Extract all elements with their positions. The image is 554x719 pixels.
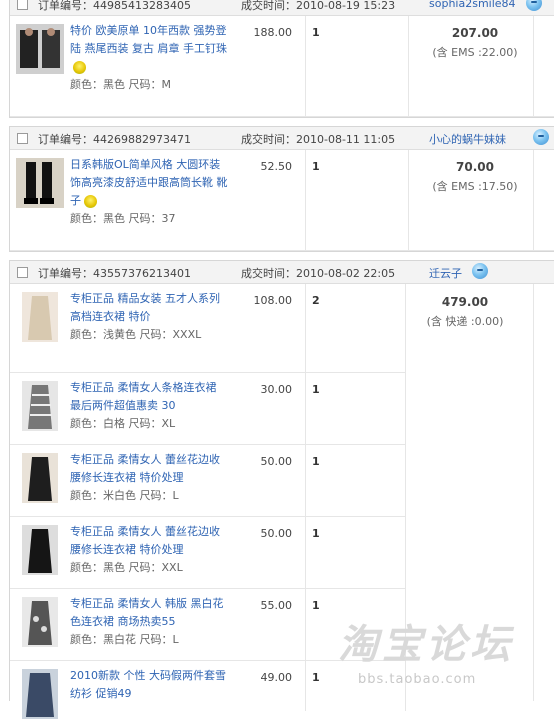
quantity: 1 [312,599,320,612]
unit-price: 108.00 [253,294,293,307]
unit-price: 50.00 [260,455,293,468]
product-attributes: 颜色：黑白花 尺码：L [70,633,179,646]
product-attributes: 颜色：浅黄色 尺码：XXXL [70,328,202,341]
product-title-link[interactable]: 特价 欧美原单 10年西款 强势登陆 燕尾西装 复古 肩章 手工钉珠 [70,22,230,76]
shipping-fee: (含 EMS :17.50) [432,180,518,193]
product-attributes: 颜色：黑色 尺码：37 [70,212,176,225]
product-thumbnail[interactable] [22,597,58,647]
shipping-fee: (含 快递 :0.00) [426,315,504,328]
product-thumbnail[interactable] [16,24,64,74]
watermark-url: bbs.taobao.com [358,672,477,687]
order-card: 订单编号：44985413283405 成交时间：2010-08-19 15:2… [9,0,554,118]
product-attributes: 颜色：黑色 尺码：XXL [70,561,183,574]
product-thumbnail[interactable] [22,453,58,503]
order-select-checkbox[interactable] [17,267,28,278]
quantity: 1 [312,26,320,39]
promo-flower-icon [73,60,86,74]
product-thumbnail[interactable] [22,292,58,342]
total-amount: 70.00 [456,160,494,174]
quantity: 1 [312,671,320,684]
wangwang-chat-icon[interactable] [526,0,542,11]
order-number: 订单编号：43557376213401 [38,267,191,280]
product-thumbnail[interactable] [22,525,58,575]
seller-link[interactable]: 小心的蜗牛妹妹 [429,131,506,147]
order-select-checkbox[interactable] [17,0,28,10]
product-title-link[interactable]: 日系韩版OL简单风格 大圆环装饰高亮漆皮舒适中跟高筒长靴 靴子 [70,156,230,210]
quantity: 1 [312,160,320,173]
order-item: 专柜正品 柔情女人 蕾丝花边收腰修长连衣裙 特价处理 颜色：黑色 尺码：XXL … [10,517,406,589]
quantity: 1 [312,383,320,396]
promo-flower-icon [84,194,97,208]
product-attributes: 颜色：白格 尺码：XL [70,417,176,430]
order-item: 特价 欧美原单 10年西款 强势登陆 燕尾西装 复古 肩章 手工钉珠 颜色：黑色… [10,16,554,117]
total-amount: 479.00 [441,295,489,309]
product-thumbnail[interactable] [16,158,64,208]
order-item: 专柜正品 精品女装 五才人系列 高档连衣裙 特价 颜色：浅黄色 尺码：XXXL … [10,284,406,373]
quantity: 2 [312,294,320,307]
product-title-link[interactable]: 专柜正品 柔情女人 蕾丝花边收腰修长连衣裙 特价处理 [70,523,230,559]
quantity: 1 [312,455,320,468]
product-attributes: 颜色：米白色 尺码：L [70,489,179,502]
seller-link[interactable]: sophia2smile84 [429,0,516,10]
forum-watermark: 淘宝论坛 bbs.taobao.com [330,612,554,697]
unit-price: 30.00 [260,383,293,396]
product-title-link[interactable]: 专柜正品 柔情女人条格连衣裙 最后两件超值惠卖 30 [70,379,230,415]
order-total: 207.00 (含 EMS :22.00) [420,26,530,60]
product-title-link[interactable]: 专柜正品 精品女装 五才人系列 高档连衣裙 特价 [70,290,230,326]
order-header: 订单编号：44269882973471 成交时间：2010-08-11 11:0… [10,127,554,150]
product-title-link[interactable]: 专柜正品 柔情女人 韩版 黑白花色连衣裙 商场热卖55 [70,595,230,631]
quantity: 1 [312,527,320,540]
order-time: 成交时间：2010-08-11 11:05 [241,133,396,146]
order-time: 成交时间：2010-08-19 15:23 [241,0,396,12]
product-attributes: 颜色：黑色 尺码：M [70,78,171,91]
wangwang-chat-icon[interactable] [533,129,549,145]
order-header: 订单编号：43557376213401 成交时间：2010-08-02 22:0… [10,261,554,284]
product-thumbnail[interactable] [22,381,58,431]
order-card: 订单编号：44269882973471 成交时间：2010-08-11 11:0… [9,126,554,252]
order-time: 成交时间：2010-08-02 22:05 [241,267,396,280]
order-number: 订单编号：44985413283405 [38,0,191,12]
unit-price: 49.00 [260,671,293,684]
order-total: 479.00 (含 快递 :0.00) [410,295,520,329]
seller-link[interactable]: 迁云子 [429,265,462,281]
product-title-link[interactable]: 专柜正品 柔情女人 蕾丝花边收腰修长连衣裙 特价处理 [70,451,230,487]
shipping-fee: (含 EMS :22.00) [432,46,518,59]
product-thumbnail[interactable] [22,669,58,719]
order-header: 订单编号：44985413283405 成交时间：2010-08-19 15:2… [10,0,554,16]
order-number: 订单编号：44269882973471 [38,133,191,146]
order-item: 专柜正品 柔情女人条格连衣裙 最后两件超值惠卖 30 颜色：白格 尺码：XL 3… [10,373,406,445]
order-item: 日系韩版OL简单风格 大圆环装饰高亮漆皮舒适中跟高筒长靴 靴子 颜色：黑色 尺码… [10,150,554,251]
unit-price: 55.00 [260,599,293,612]
unit-price: 188.00 [253,26,293,39]
unit-price: 52.50 [260,160,293,173]
order-total: 70.00 (含 EMS :17.50) [420,160,530,194]
watermark-logo: 淘宝论坛 [338,622,514,668]
wangwang-chat-icon[interactable] [472,263,488,279]
unit-price: 50.00 [260,527,293,540]
product-title-link[interactable]: 2010新款 个性 大码假两件套雪纺衫 促销49 [70,667,230,703]
order-select-checkbox[interactable] [17,133,28,144]
order-item: 专柜正品 柔情女人 蕾丝花边收腰修长连衣裙 特价处理 颜色：米白色 尺码：L 5… [10,445,406,517]
total-amount: 207.00 [451,26,499,40]
